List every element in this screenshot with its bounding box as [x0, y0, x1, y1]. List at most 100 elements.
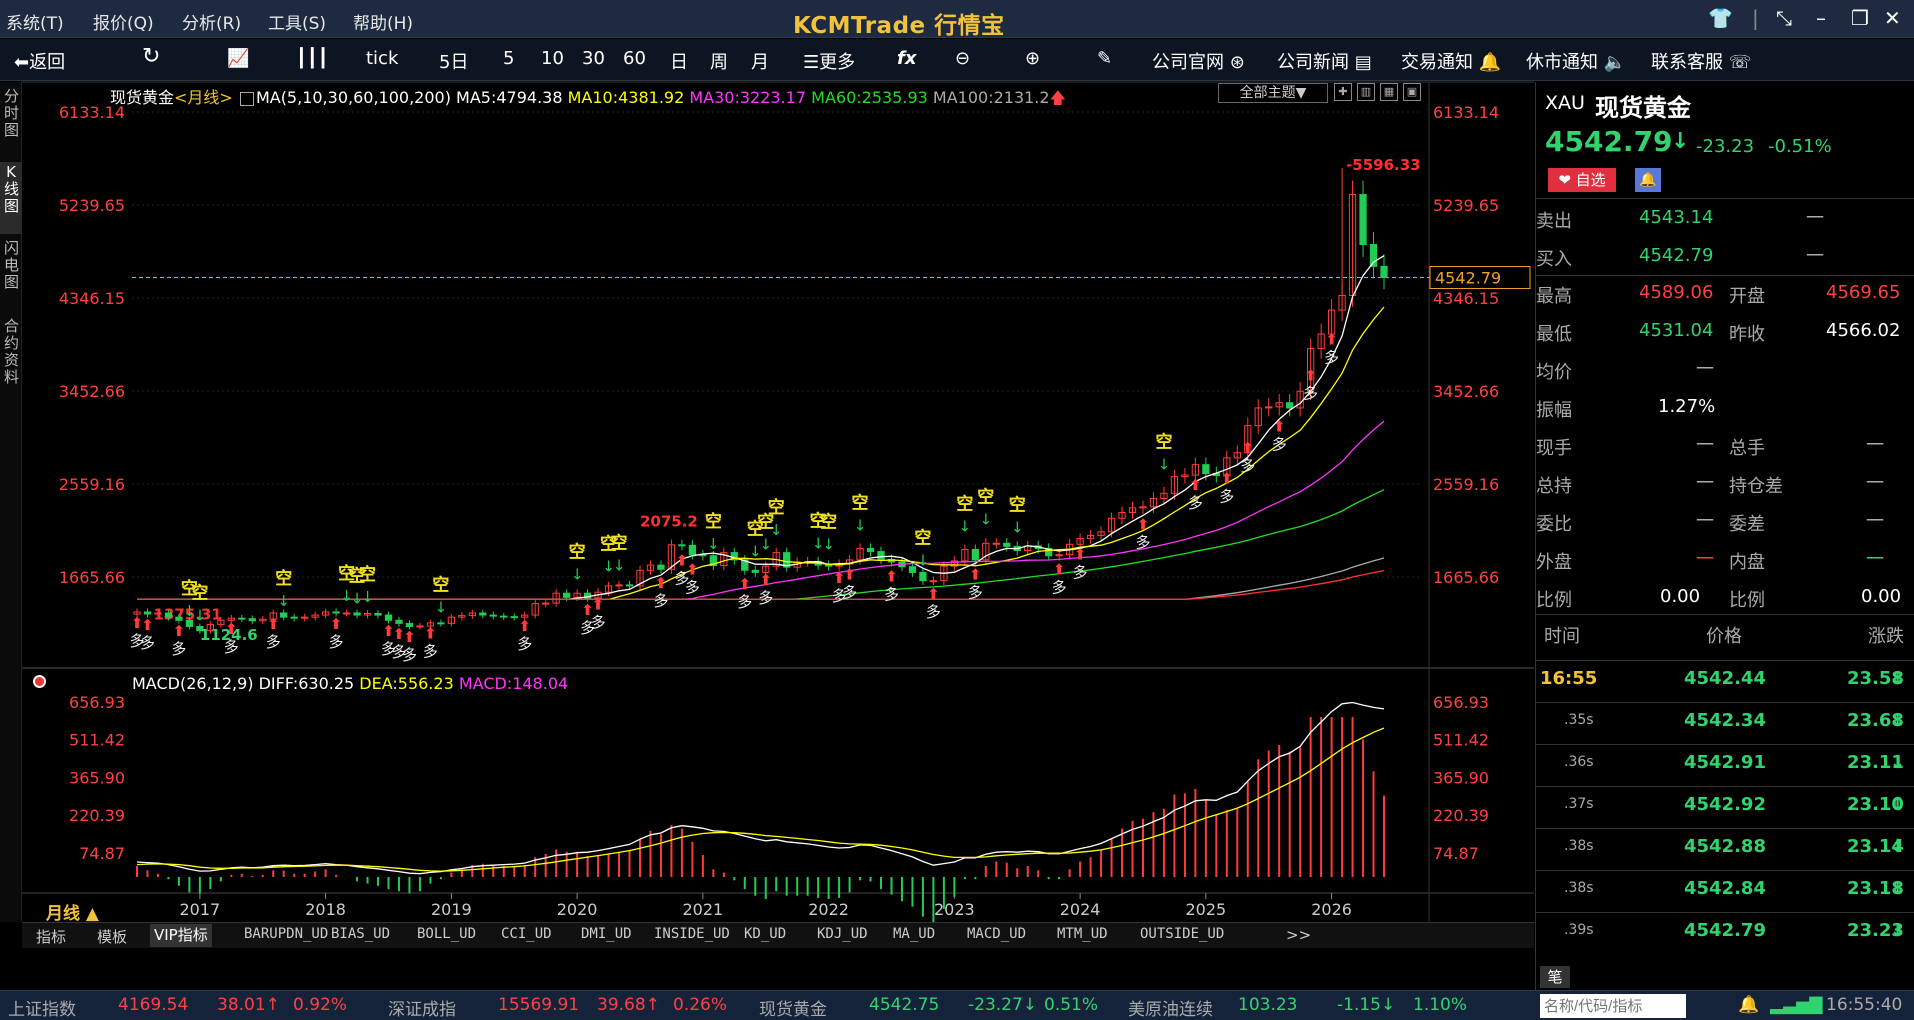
notify-bell-icon[interactable]: 🔔	[1738, 995, 1759, 1015]
open-label: 开盘	[1729, 286, 1765, 307]
long-signal-label: 多	[1135, 533, 1150, 551]
layout3-icon[interactable]: ▣	[1403, 83, 1421, 101]
tick-down-arrow-icon: ↓	[1890, 710, 1906, 731]
indicator-tab-maud[interactable]: MA_UD	[893, 926, 935, 942]
ticks-head-change: 涨跌	[1868, 626, 1904, 647]
macd-params[interactable]: MACD(26,12,9)	[132, 674, 254, 693]
long-signal-label: 多	[1188, 494, 1203, 512]
candle-body	[500, 615, 508, 618]
year-label: 2022	[808, 900, 849, 919]
quote-cell-4-3: 0.00	[1861, 586, 1902, 607]
long-signal-label: 多	[842, 583, 857, 601]
divider	[1536, 275, 1914, 276]
link-customer-service[interactable]: 联系客服 ☏	[1651, 48, 1751, 74]
year-label: 2019	[431, 900, 472, 919]
long-signal-arrow-icon: ⬆	[424, 625, 437, 643]
layout2-icon[interactable]: ▦	[1380, 83, 1398, 101]
quote-cell-4-1: 0.00	[1660, 586, 1701, 607]
kline-chart[interactable]: 6133.14 6133.145239.65 5239.654346.15 4346.…	[0, 0, 1534, 922]
short-signal-arrow-icon: ↓	[959, 517, 972, 535]
quote-code: XAU	[1545, 92, 1585, 114]
indicator-tab-dmiud[interactable]: DMI_UD	[581, 926, 632, 942]
indicator-tab-bollud[interactable]: BOLL_UD	[417, 926, 476, 942]
candle-body	[824, 564, 833, 567]
long-signal-arrow-icon: ⬆	[1189, 476, 1202, 494]
search-input[interactable]	[1540, 994, 1686, 1018]
candle-body	[332, 611, 340, 614]
layout1-icon[interactable]: ▥	[1357, 83, 1375, 101]
long-signal-arrow-icon: ⬆	[330, 615, 343, 633]
link-holiday-notice[interactable]: 休市通知 🔈	[1526, 48, 1626, 74]
candle-body	[562, 592, 571, 598]
ma-params[interactable]: MA(5,10,30,60,100,200)	[256, 88, 451, 107]
candle-body	[196, 626, 204, 632]
tick-down-arrow-icon: ↓	[1890, 668, 1906, 689]
candle-body	[1380, 265, 1388, 279]
link-holiday-label: 休市通知	[1526, 52, 1598, 73]
long-signal-arrow-icon: ⬆	[518, 617, 531, 635]
price-tick-left: 4346.15	[59, 289, 125, 308]
minimize-icon[interactable]: –	[1816, 6, 1826, 30]
macd-settings-icon[interactable]	[33, 675, 46, 688]
indicator-tab-outsideud[interactable]: OUTSIDE_UD	[1140, 926, 1224, 942]
indicator-tab-macdud[interactable]: MACD_UD	[967, 926, 1026, 942]
tick-price: 4542.34	[1684, 710, 1766, 731]
long-signal-label: 多	[1240, 457, 1255, 475]
ticks-footer-tab[interactable]: 笔	[1540, 966, 1570, 988]
ticker-v: 4169.54	[118, 995, 189, 1015]
ticker-v: 103.23	[1238, 995, 1298, 1015]
short-signal-arrow-icon: ↓	[917, 552, 930, 570]
indicator-tab-mtmud[interactable]: MTM_UD	[1057, 926, 1108, 942]
tick-down-arrow-icon: ↓	[1890, 878, 1906, 899]
year-label: 2025	[1185, 900, 1226, 919]
ma60-value: MA60:2535.93	[811, 88, 928, 107]
candle-body	[374, 612, 382, 616]
long-signal-arrow-icon: ⬆	[592, 596, 605, 614]
ticker-name[interactable]: 美原油连续	[1128, 995, 1213, 1020]
candle-body	[1286, 402, 1294, 409]
add-favorite-button[interactable]: ❤ 自选	[1548, 168, 1616, 192]
indicator-tab-kdud[interactable]: KD_UD	[744, 926, 786, 942]
ticker-name[interactable]: 深证成指	[388, 995, 456, 1020]
period-toggle[interactable]: 月线 ▲	[46, 899, 99, 924]
low-value: 4531.04	[1639, 320, 1714, 341]
ma-toggle-icon[interactable]	[239, 91, 254, 106]
candle-body	[405, 622, 414, 628]
short-signal-label: 空	[275, 568, 292, 589]
amp-label: 振幅	[1536, 400, 1572, 421]
candle-body	[395, 619, 403, 624]
shrink-icon[interactable]: ⤡	[1776, 6, 1792, 30]
ticker-name[interactable]: 上证指数	[8, 995, 76, 1020]
crosshair-icon[interactable]: ✚	[1334, 83, 1352, 101]
short-signal-arrow-icon: ↓	[361, 588, 374, 606]
mid-price-label: 2075.2	[640, 512, 698, 530]
candle-body	[185, 619, 194, 628]
divider	[1536, 786, 1914, 787]
ma-more-arrow-icon[interactable]: 🡅	[1050, 88, 1066, 107]
long-signal-arrow-icon: ⬆	[1325, 331, 1338, 349]
quote-cell-2-0: 委比	[1536, 514, 1572, 535]
alert-bell-button[interactable]: 🔔	[1635, 168, 1661, 192]
restore-icon[interactable]: ❐	[1851, 6, 1869, 30]
indicator-tab-[interactable]: 指标	[36, 926, 66, 947]
indicator-tab-biasud[interactable]: BIAS_UD	[331, 926, 390, 942]
indicator-tab-barupdnud[interactable]: BARUPDN_UD	[244, 926, 328, 942]
indicator-tab-[interactable]: 模板	[97, 926, 127, 947]
indicator-tab-[interactable]: >>	[1286, 926, 1311, 944]
candle-body	[1003, 542, 1011, 547]
indicator-tab-kdjud[interactable]: KDJ_UD	[817, 926, 868, 942]
candle-body	[342, 612, 351, 615]
price-tick-left: 3452.66	[59, 382, 125, 401]
indicator-tab-vip[interactable]: VIP指标	[150, 924, 212, 947]
quote-down-arrow-icon: ↓	[1671, 129, 1690, 154]
indicator-tab-cciud[interactable]: CCI_UD	[501, 926, 552, 942]
ticker-name[interactable]: 现货黄金	[759, 995, 827, 1020]
price-tick-left: 2559.16	[59, 475, 125, 494]
theme-select[interactable]: 全部主题▼	[1218, 83, 1328, 103]
skin-icon[interactable]: 👕	[1708, 6, 1733, 30]
indicator-tab-insideud[interactable]: INSIDE_UD	[654, 926, 730, 942]
long-signal-label: 多	[591, 614, 606, 632]
candle-body	[175, 616, 183, 621]
tick-time: .38s	[1564, 838, 1594, 854]
close-icon[interactable]: ✕	[1884, 6, 1901, 30]
